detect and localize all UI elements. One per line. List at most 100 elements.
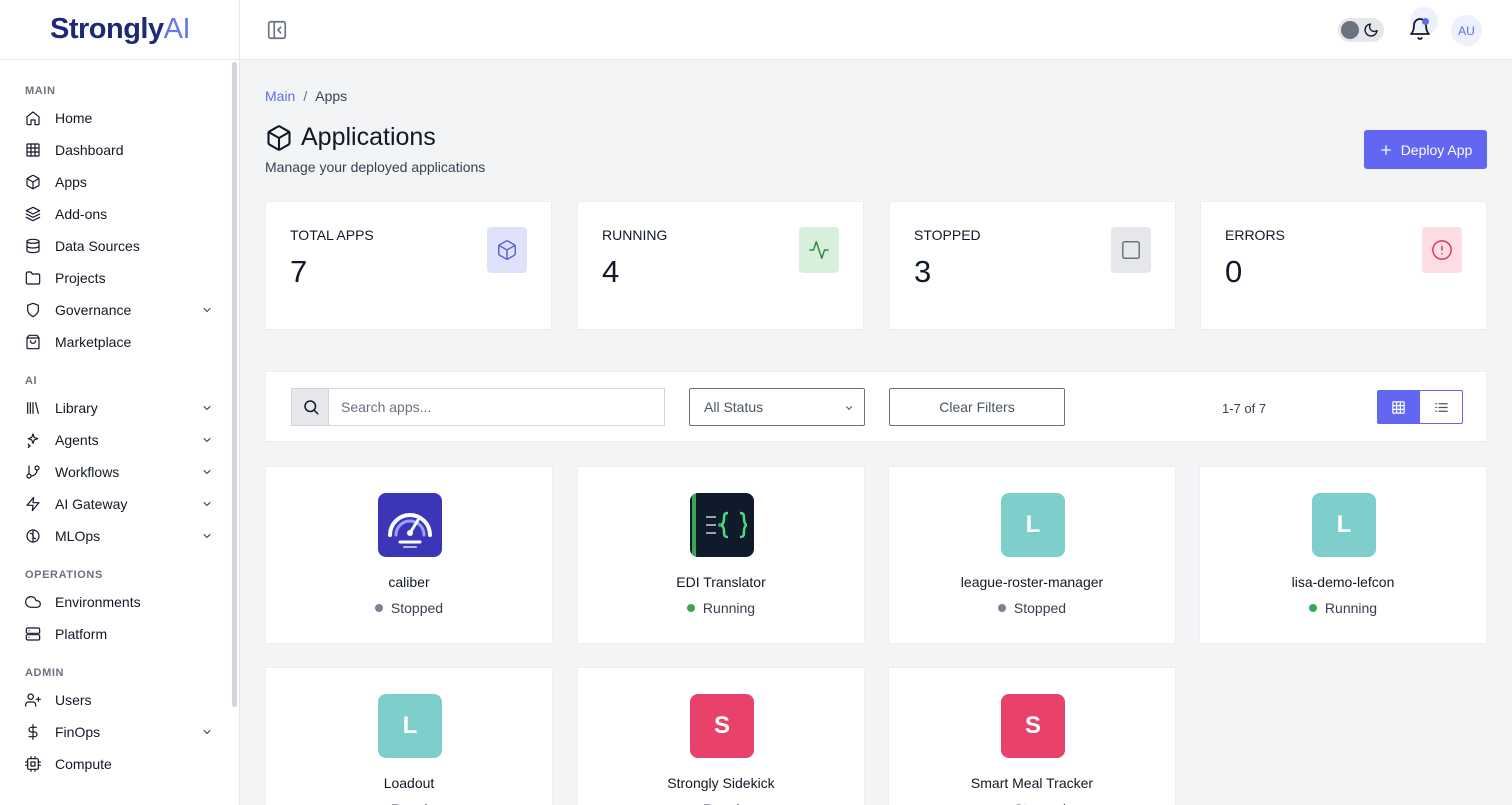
sidebar-item-mlops[interactable]: MLOps	[0, 520, 239, 552]
search-input[interactable]	[328, 388, 665, 426]
notification-dot	[1422, 18, 1429, 25]
brain-icon	[25, 528, 41, 544]
app-card-caliber[interactable]: caliber Stopped	[265, 466, 553, 644]
plus-icon	[1379, 143, 1393, 157]
status-filter-value: All Status	[704, 399, 764, 415]
app-status-label: Running	[391, 801, 443, 805]
app-card-smart-meal-tracker[interactable]: S Smart Meal Tracker Stopped	[888, 667, 1176, 805]
app-card-edi-translator[interactable]: EDI Translator Running	[577, 466, 865, 644]
sidebar-item-ai-gateway[interactable]: AI Gateway	[0, 488, 239, 520]
sidebar-item-label: Governance	[55, 302, 132, 318]
status-dot	[686, 604, 695, 612]
moon-icon	[1363, 22, 1379, 38]
chevron-down-icon[interactable]	[201, 434, 213, 446]
shield-icon	[25, 302, 41, 318]
sidebar-toggle-icon[interactable]	[266, 19, 288, 41]
square-icon	[1111, 227, 1151, 273]
list-view-button[interactable]	[1420, 390, 1463, 424]
chevron-down-icon[interactable]	[201, 498, 213, 510]
breadcrumb-main-link[interactable]: Main	[265, 88, 295, 104]
sidebar-item-label: Compute	[55, 756, 112, 772]
app-icon-letter: L	[1025, 511, 1041, 538]
sidebar-item-users[interactable]: Users	[0, 684, 239, 716]
sidebar-item-library[interactable]: Library	[0, 392, 239, 424]
app-icon-letter: S	[713, 712, 730, 739]
sidebar-item-governance[interactable]: Governance	[0, 294, 239, 326]
filter-bar: All Status Clear Filters 1-7 of 7	[265, 371, 1487, 442]
sidebar-item-add-ons[interactable]: Add-ons	[0, 198, 239, 230]
clear-filters-button[interactable]: Clear Filters	[889, 388, 1065, 426]
sidebar-item-agents[interactable]: Agents	[0, 424, 239, 456]
app-status-label: Stopped	[1013, 600, 1067, 616]
app-name: EDI Translator	[676, 574, 766, 590]
sidebar-item-label: Dashboard	[55, 142, 124, 158]
dollar-icon	[25, 724, 41, 740]
stat-card-running: RUNNING 4	[577, 201, 864, 330]
app-card-loadout[interactable]: L Loadout Running	[265, 667, 553, 805]
app-status-label: Running	[703, 801, 755, 805]
grid-icon	[1391, 400, 1406, 415]
sidebar-item-apps[interactable]: Apps	[0, 166, 239, 198]
app-card-lisa-demo-lefcon[interactable]: Llisa-demo-lefcon Running	[1199, 466, 1487, 644]
app-card-strongly-sidekick[interactable]: S Strongly Sidekick Running	[577, 667, 865, 805]
user-avatar[interactable]: AU	[1451, 15, 1482, 46]
sidebar-item-platform[interactable]: Platform	[0, 618, 239, 650]
sidebar-scrollbar[interactable]	[232, 62, 237, 707]
app-card-league-roster-manager[interactable]: Lleague-roster-manager Stopped	[888, 466, 1176, 644]
chevron-down-icon[interactable]	[201, 304, 213, 316]
chevron-down-icon[interactable]	[201, 466, 213, 478]
sidebar-item-label: Users	[55, 692, 92, 708]
sidebar-item-label: MLOps	[55, 528, 101, 544]
status-dot	[997, 604, 1006, 612]
app-name: caliber	[388, 574, 430, 590]
zap-icon	[25, 496, 41, 512]
app-status-label: Stopped	[390, 600, 444, 616]
sidebar-item-finops[interactable]: FinOps	[0, 716, 239, 748]
app-icon-letter: L	[402, 712, 418, 739]
sidebar-item-environments[interactable]: Environments	[0, 586, 239, 618]
list-icon	[1434, 400, 1449, 415]
page-heading: Applications	[301, 123, 436, 151]
sidebar-item-label: FinOps	[55, 724, 101, 740]
app-icon: S	[1001, 694, 1065, 758]
sidebar-item-projects[interactable]: Projects	[0, 262, 239, 294]
page-title: Applications	[265, 123, 436, 152]
stat-card-total-apps: TOTAL APPS 7	[265, 201, 552, 330]
sidebar-item-label: Marketplace	[55, 334, 132, 350]
sidebar-item-dashboard[interactable]: Dashboard	[0, 134, 239, 166]
sidebar-item-home[interactable]: Home	[0, 102, 239, 134]
app-name: lisa-demo-lefcon	[1291, 574, 1395, 590]
activity-icon	[799, 227, 839, 273]
sidebar-item-marketplace[interactable]: Marketplace	[0, 326, 239, 358]
search-button[interactable]	[291, 388, 329, 426]
theme-toggle[interactable]	[1338, 18, 1384, 42]
sidebar-item-compute[interactable]: Compute	[0, 748, 239, 780]
app-status: Stopped	[889, 600, 1175, 616]
toggle-knob	[1341, 21, 1359, 39]
breadcrumb-current: Apps	[315, 88, 348, 104]
app-icon	[378, 493, 442, 557]
app-icon: L	[1001, 493, 1065, 557]
app-icon-letter: S	[1024, 712, 1041, 739]
chevron-down-icon[interactable]	[201, 530, 213, 542]
deploy-app-button[interactable]: Deploy App	[1364, 130, 1487, 169]
sidebar-item-workflows[interactable]: Workflows	[0, 456, 239, 488]
chevron-down-icon[interactable]	[201, 402, 213, 414]
sidebar-item-label: Library	[55, 400, 98, 416]
status-filter-select[interactable]: All Status	[689, 388, 865, 426]
app-icon: S	[690, 694, 754, 758]
chevron-down-icon[interactable]	[201, 726, 213, 738]
app-name: Loadout	[383, 775, 435, 791]
sidebar: Strongly AI MAIN Home Dashboard Apps Add-ons D…	[0, 0, 240, 805]
sidebar-item-data-sources[interactable]: Data Sources	[0, 230, 239, 262]
app-status-label: Stopped	[1014, 801, 1066, 805]
breadcrumb: Main / Apps	[265, 88, 347, 104]
git-branch-icon	[25, 464, 41, 480]
app-logo[interactable]: Strongly AI	[0, 0, 239, 60]
grid-view-button[interactable]	[1377, 390, 1420, 424]
deploy-app-label: Deploy App	[1400, 141, 1473, 158]
app-status: Running	[266, 801, 552, 805]
cpu-icon	[25, 756, 41, 772]
